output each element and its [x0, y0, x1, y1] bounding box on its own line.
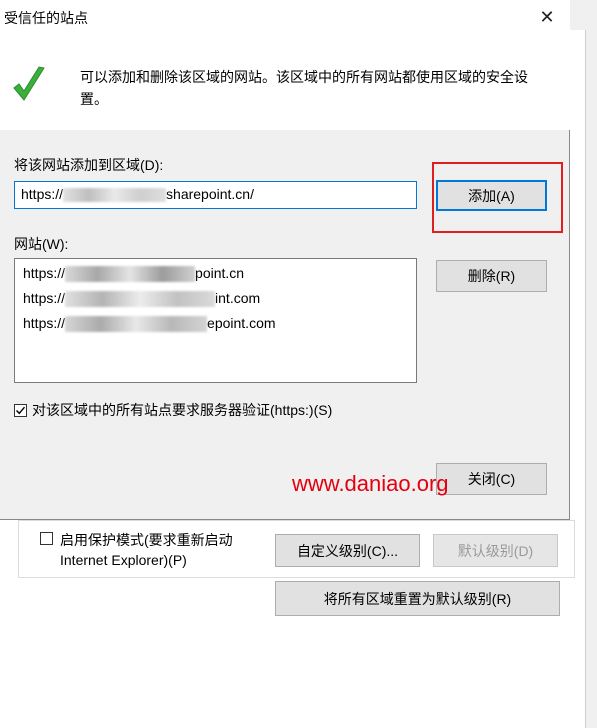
require-https-label: 对该区域中的所有站点要求服务器验证(https:)(S) [32, 402, 333, 418]
trusted-sites-dialog: 受信任的站点 ✕ 可以添加和删除该区域的网站。该区域中的所有网站都使用区域的安全… [0, 0, 570, 520]
add-website-input[interactable]: https:// sharepoint.cn/ [14, 181, 417, 209]
redacted-text [65, 266, 196, 283]
redacted-text [63, 188, 167, 203]
add-input-suffix: sharepoint.cn/ [166, 186, 254, 202]
require-https-option[interactable]: 对该区域中的所有站点要求服务器验证(https:)(S) [14, 400, 332, 420]
add-input-prefix: https:// [21, 186, 64, 202]
websites-list[interactable]: https://point.cn https://int.com https:/… [14, 258, 417, 383]
dialog-title: 受信任的站点 [4, 10, 88, 26]
watermark: www.daniao.org [292, 471, 449, 496]
checkmark-icon [13, 66, 45, 101]
protected-mode-checkbox[interactable] [40, 532, 53, 545]
highlight-box [432, 162, 563, 233]
redacted-text [65, 316, 208, 333]
close-icon[interactable]: ✕ [532, 2, 562, 32]
default-level-button[interactable]: 默认级别(D) [433, 534, 558, 567]
require-https-checkbox[interactable] [14, 403, 27, 417]
list-item[interactable]: https://epoint.com [23, 311, 408, 336]
close-button[interactable]: 关闭(C) [436, 463, 547, 495]
list-item[interactable]: https://int.com [23, 286, 408, 311]
reset-all-zones-button[interactable]: 将所有区域重置为默认级别(R) [275, 581, 560, 616]
redacted-text [65, 291, 216, 308]
title-bar: 受信任的站点 ✕ [0, 0, 570, 34]
checkbox-check-icon [16, 406, 26, 414]
websites-label: 网站(W): [14, 236, 69, 252]
list-item[interactable]: https://point.cn [23, 261, 408, 286]
protected-mode-label: 启用保护模式(要求重新启动 Internet Explorer)(P) [60, 532, 233, 568]
intro-text: 可以添加和删除该区域的网站。该区域中的所有网站都使用区域的安全设置。 [80, 69, 528, 107]
custom-level-button[interactable]: 自定义级别(C)... [275, 534, 420, 567]
add-website-label: 将该网站添加到区域(D): [14, 157, 164, 173]
remove-button[interactable]: 删除(R) [436, 260, 547, 292]
